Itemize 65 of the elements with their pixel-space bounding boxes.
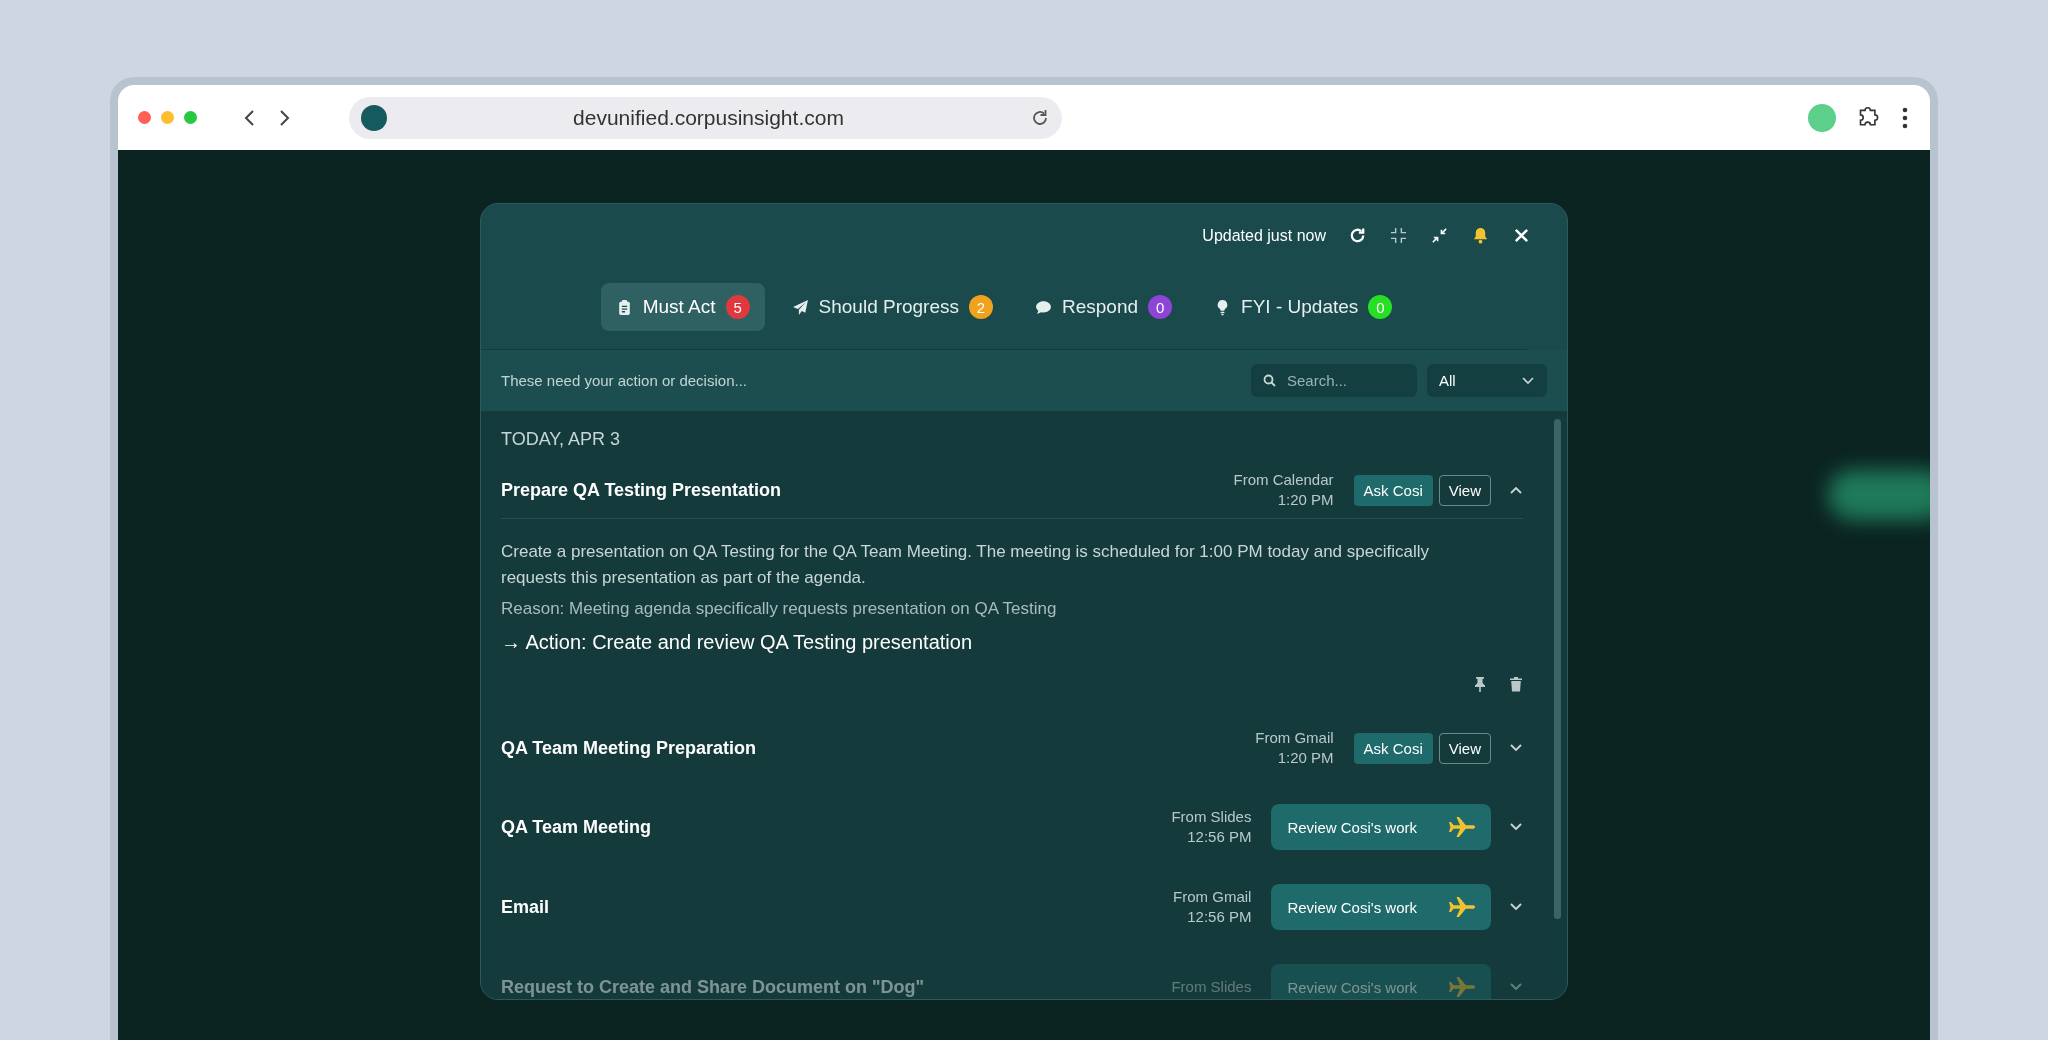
item-source: From Gmail [1173,887,1252,907]
ask-button[interactable]: Ask Cosi [1353,474,1433,506]
review-button[interactable]: Review Cosi's work [1271,884,1491,930]
pin-icon[interactable] [1473,676,1487,692]
item-time: 12:56 PM [1186,827,1252,847]
item-source: From Slides [1171,807,1252,827]
item-title[interactable]: Email [501,896,1174,918]
forward-icon[interactable] [277,108,291,127]
view-button[interactable]: View [1438,474,1491,506]
address-bar[interactable]: devunified.corpusinsight.com [349,96,1062,139]
airplane-icon [1447,976,1477,998]
update-status: Updated just now [1202,226,1326,245]
chevron-down-icon [1521,375,1535,386]
item-source: From Calendar [1233,470,1334,490]
item-description: Create a presentation on QA Testing for the QA Team Meeting. The meeting is scheduled for 1:00 PM today and specifically requests this presentation as part of the agenda. [501,541,1430,589]
category-tab[interactable]: Should Progress 2 [776,283,1008,331]
item-reason: Reason: Meeting agenda specifically requests presentation on QA Testing [501,599,1058,619]
count-badge: 0 [1368,295,1393,319]
refresh-icon[interactable] [1348,226,1367,245]
category-tab[interactable]: FYI - Updates 0 [1199,283,1408,331]
site-logo-icon [361,104,387,131]
tab-label: Must Act [642,296,716,318]
item-title[interactable]: QA Team Meeting Preparation [501,737,1256,759]
close-window-icon[interactable] [138,111,151,124]
category-tab[interactable]: Must Act 5 [600,283,765,331]
item-source: From Gmail [1255,728,1334,748]
paper-plane-icon [791,298,809,316]
tab-label: Should Progress [818,296,959,318]
back-icon[interactable] [243,108,257,127]
close-icon[interactable] [1512,226,1531,245]
expand-chevron-icon[interactable] [1509,902,1523,912]
category-tab[interactable]: Respond 0 [1020,283,1188,331]
tab-description: These need your action or decision... [501,372,748,389]
reload-icon[interactable] [1030,107,1050,128]
filter-dropdown[interactable]: All [1427,364,1547,397]
item-title[interactable]: Prepare QA Testing Presentation [501,479,1234,501]
tab-label: Respond [1062,296,1139,318]
airplane-icon [1447,816,1477,838]
item-time: 12:56 PM [1186,907,1252,927]
item-source: From Slides [1171,977,1252,997]
shrink-arrows-icon[interactable] [1430,226,1449,245]
item-title[interactable]: QA Team Meeting [501,816,1172,838]
count-badge: 5 [725,295,750,319]
count-badge: 2 [969,295,993,319]
item-time: 1:20 PM [1276,490,1334,510]
review-button[interactable]: Review Cosi's work [1271,804,1491,850]
count-badge: 0 [1148,295,1173,319]
item-title[interactable]: Request to Create and Share Document on "Dog" [501,976,1172,998]
trash-icon[interactable] [1509,676,1523,692]
item-action: → Action: Create and review QA Testing presentation [501,631,973,654]
search-field[interactable]: Search... [1251,364,1417,397]
expand-chevron-icon[interactable] [1509,743,1523,753]
speech-bubble-icon [1035,298,1052,316]
collapse-chevron-icon[interactable] [1509,485,1523,495]
tab-label: FYI - Updates [1241,296,1359,318]
date-header: TODAY, APR 3 [501,429,622,450]
scrollbar[interactable] [1554,419,1561,919]
menu-icon[interactable] [1902,106,1908,129]
airplane-icon [1447,896,1477,918]
ask-button[interactable]: Ask Cosi [1353,732,1433,764]
bell-icon[interactable] [1471,226,1490,245]
item-time: 1:20 PM [1276,748,1334,768]
view-button[interactable]: View [1438,732,1491,764]
expand-chevron-icon[interactable] [1509,822,1523,832]
compress-icon[interactable] [1389,226,1408,245]
